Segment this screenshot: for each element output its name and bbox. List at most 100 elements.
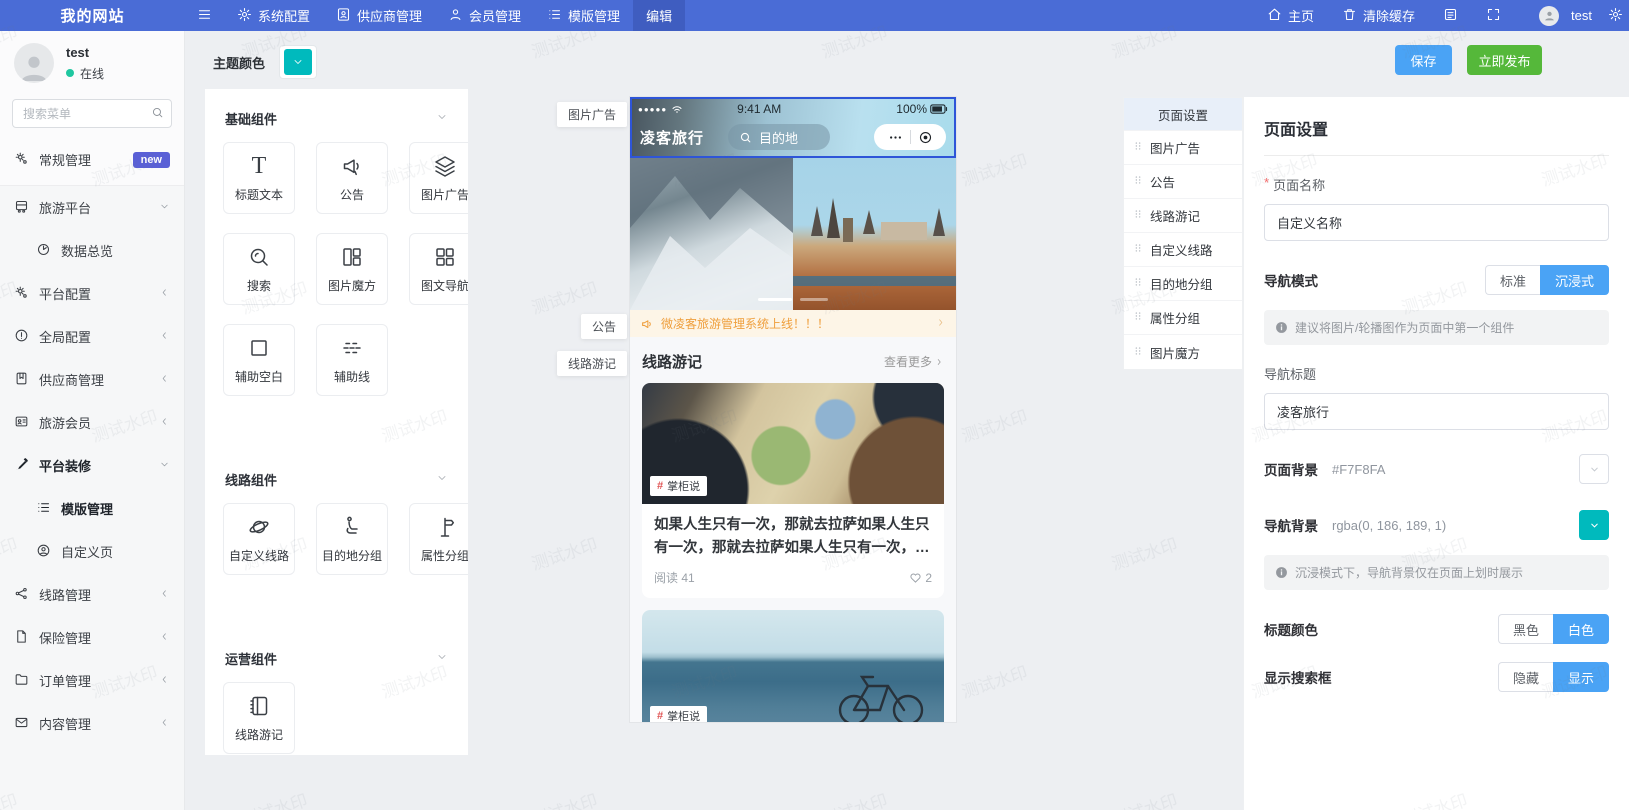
layer-item-page-settings-selected[interactable]: 页面设置: [1124, 98, 1242, 131]
layer-item-destination-group[interactable]: 目的地分组: [1124, 267, 1242, 301]
nav-mode-immersive-button-selected[interactable]: 沉浸式: [1540, 265, 1609, 295]
layers-icon: [433, 154, 457, 178]
title-color-black-button[interactable]: 黑色: [1498, 614, 1553, 644]
group-header-basic[interactable]: 基础组件: [223, 89, 450, 142]
drag-handle-icon[interactable]: [1133, 242, 1143, 257]
layer-item-image-ad[interactable]: 图片广告: [1124, 131, 1242, 165]
drag-handle-icon[interactable]: [1133, 276, 1143, 291]
layer-item-attribute-group[interactable]: 属性分组: [1124, 301, 1242, 335]
user-menu[interactable]: test: [1516, 0, 1600, 31]
phone-nav-header-selected[interactable]: ●●●●● 9:41 AM 100% 凌客旅行 目的地: [630, 97, 956, 158]
destination-search-pill[interactable]: 目的地: [728, 124, 830, 150]
sidebar-item-content-mgmt[interactable]: 内容管理: [0, 702, 184, 745]
fullscreen-button[interactable]: [1473, 0, 1514, 31]
sidebar-item-order-mgmt[interactable]: 订单管理: [0, 659, 184, 702]
layer-item-custom-route[interactable]: 自定义线路: [1124, 233, 1242, 267]
page-name-input[interactable]: [1264, 204, 1609, 241]
component-card-announcement[interactable]: 公告: [316, 142, 388, 214]
nav-title-input[interactable]: [1264, 393, 1609, 430]
drag-handle-icon[interactable]: [1133, 208, 1143, 223]
nav-bg-label: 导航背景: [1264, 515, 1318, 535]
group-header-route[interactable]: 线路组件: [223, 450, 450, 503]
save-button[interactable]: 保存: [1395, 45, 1452, 75]
component-card-destination-group[interactable]: 目的地分组: [316, 503, 388, 575]
component-card-image-ad[interactable]: 图片广告: [409, 142, 468, 214]
announcement-bar[interactable]: 微凌客旅游管理系统上线！！！: [630, 310, 956, 337]
battery-indicator: 100%: [896, 102, 948, 116]
home-link[interactable]: 主页: [1254, 0, 1327, 31]
component-card-title-text[interactable]: T 标题文本: [223, 142, 295, 214]
gear-icon: [237, 7, 252, 25]
book-icon: [14, 371, 29, 389]
theme-color-label: 主题颜色: [213, 53, 265, 72]
component-card-image-text-nav[interactable]: 图文导航: [409, 233, 468, 305]
sidebar-item-insurance-mgmt[interactable]: 保险管理: [0, 616, 184, 659]
component-card-custom-route[interactable]: 自定义线路: [223, 503, 295, 575]
chevron-down-icon: [1589, 464, 1600, 475]
nav-tab-edit-active[interactable]: 编辑: [633, 0, 685, 31]
sidebar-item-supplier-mgmt[interactable]: 供应商管理: [0, 358, 184, 401]
chevron-left-icon: [159, 329, 170, 344]
nav-item-system-config[interactable]: 系统配置: [224, 0, 323, 31]
sidebar-item-custom-page[interactable]: 自定义页: [0, 530, 184, 573]
nav-item-template[interactable]: 模版管理: [534, 0, 633, 31]
component-card-blank[interactable]: 辅助空白: [223, 324, 295, 396]
canvas-label-travel-notes[interactable]: 线路游记: [557, 351, 627, 376]
chevron-down-icon: [159, 200, 170, 215]
drag-handle-icon[interactable]: [1133, 174, 1143, 189]
component-card-image-cube[interactable]: 图片魔方: [316, 233, 388, 305]
page-bg-color-picker[interactable]: [1579, 454, 1609, 484]
sidebar-toggle-button[interactable]: [185, 0, 224, 31]
group-header-operation[interactable]: 运营组件: [223, 629, 450, 682]
component-card-divider-line[interactable]: 辅助线: [316, 324, 388, 396]
miniprogram-capsule[interactable]: [874, 124, 946, 150]
sidebar-item-platform-config[interactable]: 平台配置: [0, 272, 184, 315]
layer-item-announcement[interactable]: 公告: [1124, 165, 1242, 199]
sidebar-item-global-config[interactable]: 全局配置: [0, 315, 184, 358]
image-carousel[interactable]: [630, 158, 956, 310]
article-card[interactable]: #掌柜说 如果人生只有一次，那就去拉萨如果人生只有一次，那就去拉萨如果人生只有一…: [642, 383, 944, 598]
nav-mode-standard-button[interactable]: 标准: [1485, 265, 1540, 295]
sidebar-item-travel-platform[interactable]: 旅游平台: [0, 186, 184, 229]
drag-handle-icon[interactable]: [1133, 310, 1143, 325]
carousel-indicators[interactable]: [758, 298, 828, 301]
docs-button[interactable]: [1430, 0, 1471, 31]
article-card[interactable]: #掌柜说: [642, 610, 944, 722]
drag-handle-icon[interactable]: [1133, 345, 1143, 360]
sidebar-item-route-mgmt[interactable]: 线路管理: [0, 573, 184, 616]
publish-button[interactable]: 立即发布: [1467, 45, 1542, 75]
nav-item-member[interactable]: 会员管理: [435, 0, 534, 31]
sidebar-item-general[interactable]: 常规管理 new: [0, 138, 184, 181]
username-label: test: [1571, 8, 1592, 23]
component-card-attribute-group[interactable]: 属性分组: [409, 503, 468, 575]
folder-icon: [14, 672, 29, 690]
settings-gear-button[interactable]: [1602, 0, 1629, 31]
see-more-link[interactable]: 查看更多: [884, 353, 944, 370]
sidebar-item-data-overview[interactable]: 数据总览: [0, 229, 184, 272]
like-count[interactable]: 2: [909, 571, 932, 585]
component-card-travel-notes[interactable]: 线路游记: [223, 682, 295, 754]
theme-color-select[interactable]: [279, 45, 317, 79]
clear-cache-button[interactable]: 清除缓存: [1329, 0, 1428, 31]
search-box-show-button-selected[interactable]: 显示: [1553, 662, 1609, 692]
sidebar-item-travel-member[interactable]: 旅游会员: [0, 401, 184, 444]
canvas-label-image-ad[interactable]: 图片广告: [557, 102, 627, 127]
chevron-left-icon: [159, 673, 170, 688]
search-input[interactable]: [12, 99, 172, 128]
nav-item-label: 会员管理: [469, 6, 521, 25]
layer-item-travel-notes[interactable]: 线路游记: [1124, 199, 1242, 233]
component-card-search[interactable]: 搜索: [223, 233, 295, 305]
nav-item-supplier[interactable]: 供应商管理: [323, 0, 435, 31]
nav-bg-color-picker[interactable]: [1579, 510, 1609, 540]
sidebar-item-platform-decor[interactable]: 平台装修: [0, 444, 184, 487]
sidebar-item-template-mgmt-active[interactable]: 模版管理: [0, 487, 184, 530]
canvas-label-announcement[interactable]: 公告: [581, 314, 627, 339]
sidebar-user-block[interactable]: test 在线: [0, 31, 184, 91]
signpost-icon: [433, 515, 457, 539]
brand-logo[interactable]: 我的网站: [0, 5, 185, 26]
layer-item-image-cube[interactable]: 图片魔方: [1124, 335, 1242, 369]
top-navbar: 我的网站 系统配置 供应商管理 会员管理 模版管理 编辑 主页: [0, 0, 1629, 31]
search-box-hide-button[interactable]: 隐藏: [1498, 662, 1553, 692]
title-color-white-button-selected[interactable]: 白色: [1553, 614, 1609, 644]
drag-handle-icon[interactable]: [1133, 140, 1143, 155]
